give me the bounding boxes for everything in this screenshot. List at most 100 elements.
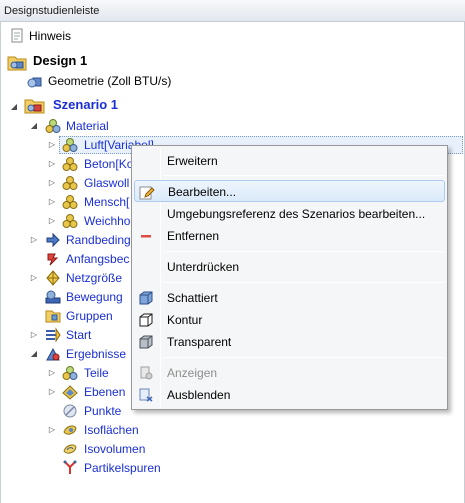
- results-icon: [45, 346, 61, 362]
- motion-icon: [45, 289, 61, 305]
- expand-arrow-icon[interactable]: ▷: [47, 174, 57, 192]
- tree-item-label: Gruppen: [66, 309, 113, 323]
- expand-arrow-icon[interactable]: ▷: [29, 231, 39, 249]
- tree-item-geometrie[interactable]: Geometrie (Zoll BTU/s): [1, 72, 461, 90]
- planes-icon: [62, 384, 78, 400]
- context-menu: Erweitern Bearbeiten... Umgebungsreferen…: [131, 145, 448, 410]
- tree-item-mensch[interactable]: ▷ Mensch[: [1, 193, 131, 211]
- menu-item-unterdruecken[interactable]: Unterdrücken: [134, 256, 445, 278]
- menu-separator: [164, 175, 444, 176]
- tree-item-label: Bewegung: [66, 290, 123, 304]
- material-weichholz-icon: [62, 213, 78, 229]
- collapse-arrow-icon[interactable]: ◢: [29, 117, 39, 135]
- initial-conditions-icon: [45, 251, 61, 267]
- menu-item-transparent[interactable]: Transparent: [134, 331, 445, 353]
- tree-item-label: Isoflächen: [84, 423, 139, 437]
- expand-arrow-icon[interactable]: ▷: [29, 326, 39, 344]
- tree-item-label: Design 1: [33, 53, 88, 68]
- tree-item-isovolumen[interactable]: Isovolumen: [1, 440, 461, 458]
- menu-item-erweitern[interactable]: Erweitern: [134, 150, 445, 172]
- tree-item-netzgroesse[interactable]: ▷ Netzgröße: [1, 269, 131, 287]
- geometry-icon: [27, 73, 43, 89]
- scenario-folder-icon: [24, 95, 46, 115]
- material-icon: [45, 118, 61, 134]
- menu-item-label: Unterdrücken: [167, 260, 240, 274]
- menu-separator: [164, 251, 444, 252]
- panel-title: Designstudienleiste: [0, 0, 465, 22]
- collapse-arrow-icon[interactable]: ◢: [9, 96, 19, 114]
- menu-item-label: Ausblenden: [167, 388, 231, 402]
- shaded-cube-icon: [138, 290, 154, 306]
- remove-minus-icon: [138, 228, 154, 244]
- tree-item-label: Glaswoll: [84, 176, 130, 190]
- material-mensch-icon: [62, 194, 78, 210]
- start-icon: [45, 327, 61, 343]
- tree-item-label: Start: [66, 328, 92, 342]
- particle-traces-icon: [62, 460, 78, 476]
- menu-item-ausblenden[interactable]: Ausblenden: [134, 384, 445, 406]
- tree-item-bewegung[interactable]: Bewegung: [1, 288, 131, 306]
- menu-item-anzeigen: Anzeigen: [134, 362, 445, 384]
- menu-item-schattiert[interactable]: Schattiert: [134, 287, 445, 309]
- menu-item-label: Kontur: [167, 313, 203, 327]
- expand-arrow-icon[interactable]: ▷: [47, 193, 57, 211]
- boundary-conditions-icon: [45, 232, 61, 248]
- tree-item-partikelspuren[interactable]: Partikelspuren: [1, 459, 461, 477]
- tree-item-label: Netzgröße: [66, 271, 123, 285]
- menu-item-kontur[interactable]: Kontur: [134, 309, 445, 331]
- tree-item-label: Geometrie (Zoll BTU/s): [48, 74, 172, 88]
- tree-item-label: Material: [66, 119, 109, 133]
- collapse-arrow-icon[interactable]: ◢: [29, 345, 39, 363]
- menu-item-label: Erweitern: [167, 154, 218, 168]
- edit-pencil-icon: [139, 184, 155, 200]
- hide-icon: [138, 387, 154, 403]
- tree-item-label: Isovolumen: [84, 442, 146, 456]
- expand-arrow-icon[interactable]: ▷: [47, 364, 57, 382]
- isosurfaces-icon: [62, 422, 78, 438]
- menu-item-label: Transparent: [167, 335, 232, 349]
- material-glaswolle-icon: [62, 175, 78, 191]
- tree-item-label: Beton[Ko: [84, 157, 134, 171]
- tree-item-weichholz[interactable]: ▷ Weichho: [1, 212, 131, 230]
- note-icon: [9, 28, 25, 44]
- material-luft-icon: [62, 137, 78, 153]
- tree-item-label: Randbeding: [66, 233, 131, 247]
- menu-item-entfernen[interactable]: Entfernen: [134, 225, 445, 247]
- tree-item-glaswolle[interactable]: ▷ Glaswoll: [1, 174, 131, 192]
- tree-item-gruppen[interactable]: Gruppen: [1, 307, 131, 325]
- menu-item-label: Schattiert: [167, 291, 218, 305]
- menu-item-umgebungsreferenz[interactable]: Umgebungsreferenz des Szenarios bearbeit…: [134, 203, 445, 225]
- tree-item-start[interactable]: ▷ Start: [1, 326, 131, 344]
- design-folder-icon: [7, 52, 27, 72]
- menu-item-bearbeiten[interactable]: Bearbeiten...: [134, 180, 445, 202]
- tree-item-anfangsbedingungen[interactable]: Anfangsbec: [1, 250, 131, 268]
- expand-arrow-icon[interactable]: ▷: [47, 212, 57, 230]
- expand-arrow-icon[interactable]: ▷: [29, 269, 39, 287]
- expand-arrow-icon[interactable]: ▷: [47, 383, 57, 401]
- isovolume-icon: [62, 441, 78, 457]
- expand-arrow-icon[interactable]: ▷: [47, 136, 57, 154]
- transparent-cube-icon: [138, 334, 154, 350]
- tree-item-szenario[interactable]: ◢ Szenario 1: [1, 94, 461, 116]
- tree-item-randbedingungen[interactable]: ▷ Randbeding: [1, 231, 131, 249]
- menu-separator: [164, 282, 444, 283]
- tree-item-isoflaechen[interactable]: ▷ Isoflächen: [1, 421, 461, 439]
- expand-arrow-icon[interactable]: ▷: [47, 421, 57, 439]
- expand-arrow-icon[interactable]: ▷: [47, 155, 57, 173]
- points-icon: [62, 403, 78, 419]
- tree-item-label: Hinweis: [29, 29, 72, 43]
- tree-item-hinweis[interactable]: Hinweis: [1, 27, 461, 45]
- tree-item-beton[interactable]: ▷ Beton[Ko: [1, 155, 134, 173]
- tree-item-label: Weichho: [84, 214, 131, 228]
- show-icon: [138, 365, 154, 381]
- tree-item-ergebnisse[interactable]: ◢ Ergebnisse: [1, 345, 131, 363]
- tree-item-label: Szenario 1: [53, 97, 119, 112]
- tree-item-label: Punkte: [84, 404, 122, 418]
- menu-item-label: Entfernen: [167, 229, 220, 243]
- groups-folder-icon: [45, 308, 61, 324]
- mesh-size-icon: [45, 270, 61, 286]
- tree-item-material[interactable]: ◢ Material: [1, 117, 461, 135]
- tree-item-design[interactable]: Design 1: [1, 50, 461, 72]
- tree-item-label: Partikelspuren: [84, 461, 161, 475]
- tree-item-label: Mensch[: [84, 195, 130, 209]
